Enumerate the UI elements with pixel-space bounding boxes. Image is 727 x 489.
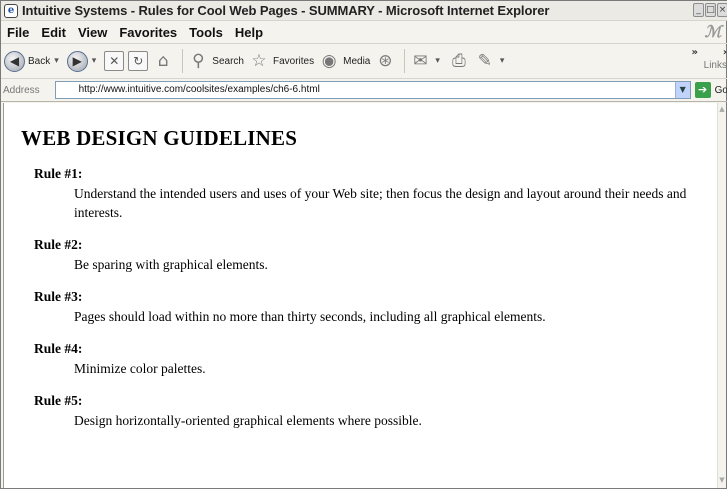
forward-arrow-icon: ▶ [66,50,88,72]
window-controls: _ □ × [692,3,727,17]
toolbar-overflow-icon[interactable]: » [692,47,698,58]
search-label: Search [212,55,244,67]
star-icon: ☆ [251,51,267,71]
chevron-down-icon[interactable]: ▾ [92,56,97,66]
home-icon: ⌂ [157,51,169,71]
rule-term: Rule #5: [34,393,83,408]
toolbar-separator [182,49,184,73]
minimize-button[interactable]: _ [693,3,704,17]
chevron-down-icon[interactable]: ▼ [674,82,690,98]
go-label: Go [714,84,727,96]
edit-icon: ✎ [477,51,493,71]
menu-favorites[interactable]: Favorites [116,25,186,40]
page-content: WEB DESIGN GUIDELINES Rule #1: Understan… [3,103,718,488]
go-arrow-icon: ➔ [694,82,711,98]
chevron-down-icon[interactable]: ▾ [435,56,440,66]
chevron-down-icon[interactable]: ▾ [500,56,505,66]
rule-description: Pages should load within no more than th… [74,309,546,324]
search-button[interactable]: ⚲ Search [187,47,244,75]
back-button[interactable]: ◀ Back ▾ [4,47,63,75]
go-button[interactable]: ➔ Go [694,82,727,98]
address-input[interactable]: http://www.intuitive.com/coolsites/examp… [54,81,691,99]
menu-tools[interactable]: Tools [186,25,232,40]
rule-term: Rule #1: [34,166,83,181]
toolbar-separator [404,49,406,73]
window-title: Intuitive Systems - Rules for Cool Web P… [22,3,550,18]
list-item: Rule #2: Be sparing with graphical eleme… [34,236,704,274]
rule-description: Understand the intended users and uses o… [74,186,687,220]
address-label: Address [3,84,40,96]
magnifier-icon: ⚲ [192,51,205,71]
list-item: Rule #5: Design horizontally-oriented gr… [34,392,704,430]
rule-description: Minimize color palettes. [74,361,206,376]
refresh-button[interactable]: ↻ [128,47,149,75]
rule-description: Design horizontally-oriented graphical e… [74,413,422,428]
media-button[interactable]: ◉ Media [318,47,371,75]
mail-button[interactable]: ✉ ▾ [409,47,444,75]
list-item: Rule #4: Minimize color palettes. [34,340,704,378]
address-url: http://www.intuitive.com/coolsites/examp… [78,84,320,95]
refresh-icon: ↻ [128,51,149,71]
close-button[interactable]: × [717,3,727,17]
links-overflow-icon[interactable]: › [723,47,727,58]
page-title: WEB DESIGN GUIDELINES [21,126,298,150]
scroll-up-icon[interactable]: ▲ [718,105,726,115]
stop-icon: ✕ [104,51,125,71]
list-item: Rule #3: Pages should load within no mor… [34,288,704,326]
stop-button[interactable]: ✕ [104,47,125,75]
rules-list: Rule #1: Understand the intended users a… [34,165,704,444]
media-label: Media [343,55,371,67]
ie-page-icon: e [4,3,18,18]
title-bar: e Intuitive Systems - Rules for Cool Web… [1,1,727,21]
history-button[interactable]: ⊛ [374,47,396,75]
back-arrow-icon: ◀ [4,50,25,72]
menu-edit[interactable]: Edit [38,25,75,40]
list-item: Rule #1: Understand the intended users a… [34,165,704,222]
back-label: Back [28,55,51,67]
favorites-label: Favorites [272,55,315,67]
maximize-button[interactable]: □ [705,3,716,17]
address-bar: Address http://www.intuitive.com/coolsit… [1,79,727,102]
links-button[interactable]: Links [704,60,727,71]
favorites-button[interactable]: ☆ Favorites [248,47,314,75]
history-icon: ⊛ [378,51,393,71]
rule-term: Rule #4: [34,341,83,356]
chevron-down-icon[interactable]: ▾ [54,56,59,66]
mail-icon: ✉ [413,51,428,71]
vertical-scrollbar[interactable]: ▲ ▼ [717,103,726,488]
forward-button[interactable]: ▶ ▾ [66,47,101,75]
menu-file[interactable]: File [4,25,38,40]
menu-view[interactable]: View [75,25,116,40]
rule-term: Rule #2: [34,237,83,252]
standard-toolbar: ◀ Back ▾ ▶ ▾ ✕ ↻ ⌂ ⚲ Search ☆ Favorites … [1,44,727,79]
home-button[interactable]: ⌂ [152,47,174,75]
windows-logo-icon: ℳ [704,22,722,41]
menu-help[interactable]: Help [232,25,272,40]
printer-icon: ⎙ [452,51,466,71]
rule-description: Be sparing with graphical elements. [74,257,268,272]
media-icon: ◉ [321,51,337,71]
print-button[interactable]: ⎙ [448,47,470,75]
scroll-down-icon[interactable]: ▼ [718,476,726,486]
browser-window: e Intuitive Systems - Rules for Cool Web… [0,0,727,489]
menu-bar: File Edit View Favorites Tools Help ℳ [1,21,727,44]
rule-term: Rule #3: [34,289,83,304]
edit-button[interactable]: ✎ ▾ [474,47,509,75]
